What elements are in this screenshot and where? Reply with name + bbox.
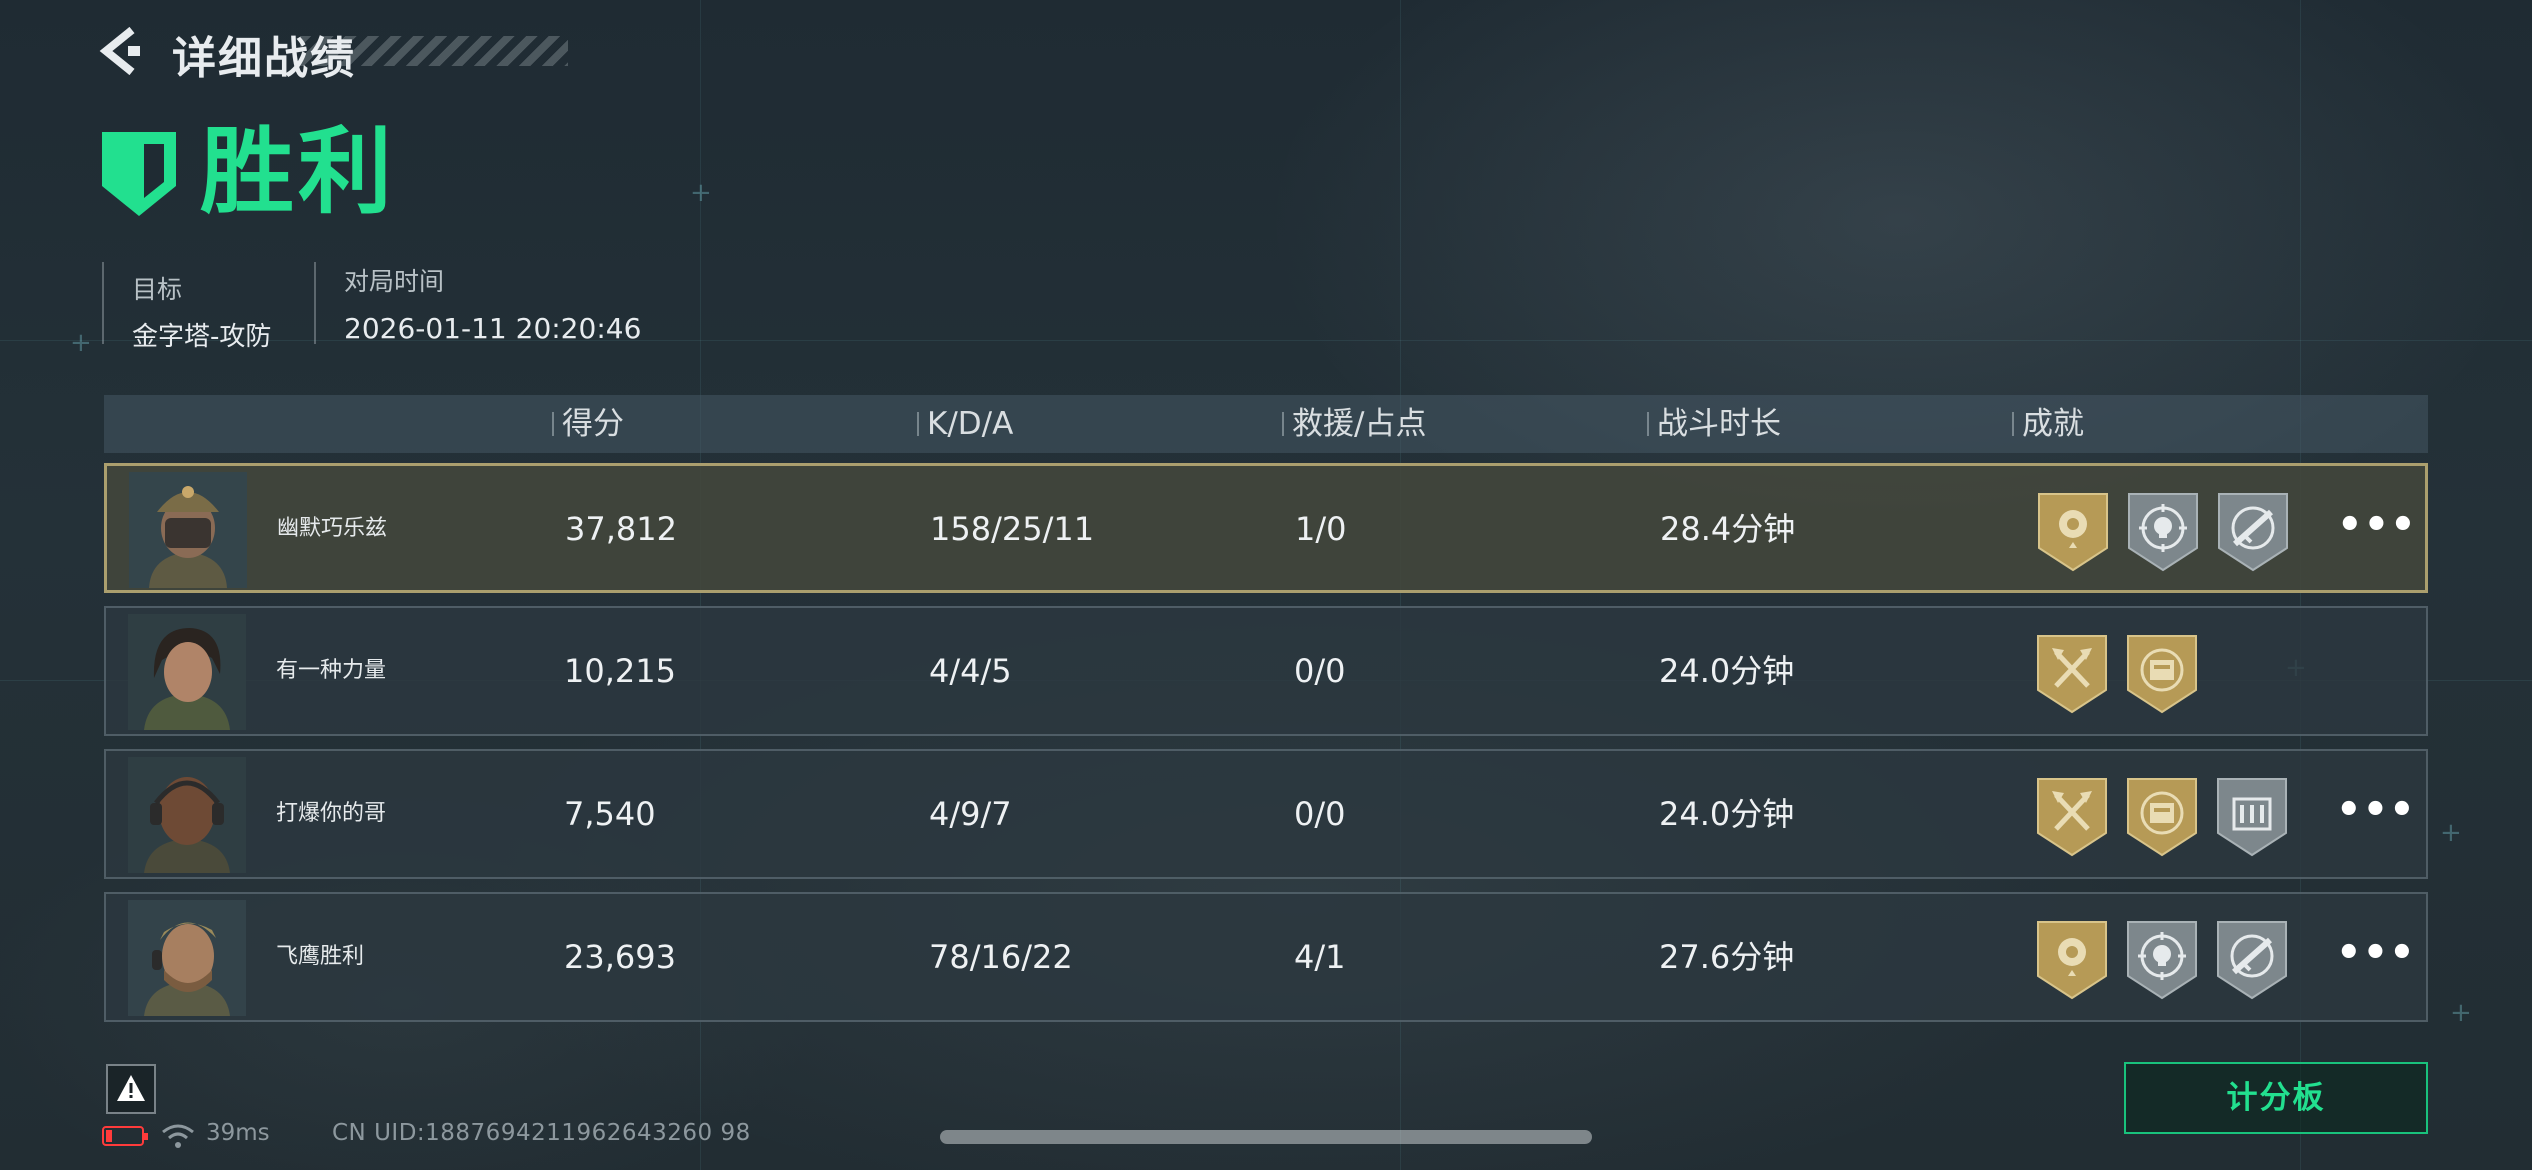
page-title: 详细战绩 [172, 33, 356, 84]
gold-rose-badge-icon[interactable] [2035, 490, 2111, 572]
column-header-achievements: 成就 [2012, 395, 2084, 453]
gold-supply-crate-badge-icon[interactable] [2124, 775, 2200, 857]
objective-label: 目标 [132, 275, 183, 304]
silver-rifle-target-badge-icon[interactable] [2214, 918, 2290, 1000]
avatar [128, 757, 246, 873]
objective-value: 金字塔-攻防 [132, 322, 272, 352]
objective-info: 目标 金字塔-攻防 [102, 262, 271, 352]
kda-value: 4/9/7 [929, 795, 1012, 833]
gold-crossed-axes-badge-icon[interactable] [2034, 775, 2110, 857]
score-value: 10,215 [564, 652, 676, 690]
silver-rifle-target-badge-icon[interactable] [2215, 490, 2291, 572]
home-indicator[interactable] [940, 1130, 1592, 1144]
player-name: 打爆你的哥 [276, 801, 387, 826]
player-name: 飞鹰胜利 [276, 944, 365, 969]
shield-victory-icon [102, 132, 176, 216]
table-header: 得分 K/D/A 救援/占点 战斗时长 成就 [104, 395, 2428, 453]
avatar [129, 472, 247, 588]
combat-duration-value: 24.0分钟 [1659, 795, 1795, 833]
crosshair-mark: + [70, 328, 92, 358]
report-button[interactable] [106, 1064, 156, 1114]
rescue-capture-value: 0/0 [1294, 795, 1346, 833]
more-options-button[interactable]: ••• [2336, 751, 2416, 877]
match-result: 胜利 [200, 118, 397, 227]
avatar [128, 614, 246, 730]
scoreboard-button[interactable]: 计分板 [2124, 1062, 2428, 1134]
player-name: 幽默巧乐兹 [277, 516, 388, 541]
table-row[interactable]: 有一种力量 10,215 4/4/5 0/0 24.0分钟 [104, 606, 2428, 736]
silver-skull-target-badge-icon[interactable] [2125, 490, 2201, 572]
rescue-capture-value: 4/1 [1294, 938, 1346, 976]
column-header-rescue: 救援/占点 [1282, 395, 1426, 453]
column-header-score: 得分 [552, 395, 624, 453]
score-value: 23,693 [564, 938, 676, 976]
crosshair-mark: + [690, 178, 712, 208]
back-arrow-icon [99, 26, 140, 76]
match-time-value: 2026-01-11 20:20:46 [344, 312, 642, 345]
combat-duration-value: 28.4分钟 [1660, 510, 1796, 548]
score-value: 37,812 [565, 510, 677, 548]
kda-value: 158/25/11 [930, 510, 1095, 548]
combat-duration-value: 24.0分钟 [1659, 652, 1795, 690]
more-options-button[interactable]: ••• [2336, 894, 2416, 1020]
ping-value: 39ms [206, 1120, 270, 1146]
silver-skull-target-badge-icon[interactable] [2124, 918, 2200, 1000]
rescue-capture-value: 0/0 [1294, 652, 1346, 690]
crosshair-mark: + [2450, 998, 2472, 1028]
gold-crossed-axes-badge-icon[interactable] [2034, 632, 2110, 714]
avatar [128, 900, 246, 1016]
column-header-kda: K/D/A [917, 395, 1013, 453]
battery-low-icon [102, 1126, 148, 1146]
column-header-duration: 战斗时长 [1647, 395, 1781, 453]
score-value: 7,540 [564, 795, 656, 833]
table-row[interactable]: 飞鹰胜利 23,693 78/16/22 4/1 27.6分钟 ••• [104, 892, 2428, 1022]
table-row[interactable]: 打爆你的哥 7,540 4/9/7 0/0 24.0分钟 ••• [104, 749, 2428, 879]
back-button[interactable] [98, 24, 148, 78]
rescue-capture-value: 1/0 [1295, 510, 1347, 548]
match-time-info: 对局时间 2026-01-11 20:20:46 [314, 262, 642, 345]
match-time-label: 对局时间 [344, 267, 445, 296]
player-uid: CN UID:1887694211962643260 98 [332, 1120, 751, 1146]
gold-supply-crate-badge-icon[interactable] [2124, 632, 2200, 714]
more-options-button[interactable]: ••• [2337, 466, 2417, 592]
gold-rose-badge-icon[interactable] [2034, 918, 2110, 1000]
player-name: 有一种力量 [276, 658, 387, 683]
kda-value: 78/16/22 [929, 938, 1073, 976]
wifi-icon [162, 1124, 194, 1148]
silver-barricade-badge-icon[interactable] [2214, 775, 2290, 857]
kda-value: 4/4/5 [929, 652, 1012, 690]
table-row[interactable]: 幽默巧乐兹 37,812 158/25/11 1/0 28.4分钟 ••• [104, 463, 2428, 593]
warning-icon [117, 1075, 145, 1101]
combat-duration-value: 27.6分钟 [1659, 938, 1795, 976]
crosshair-mark: + [2440, 818, 2462, 848]
